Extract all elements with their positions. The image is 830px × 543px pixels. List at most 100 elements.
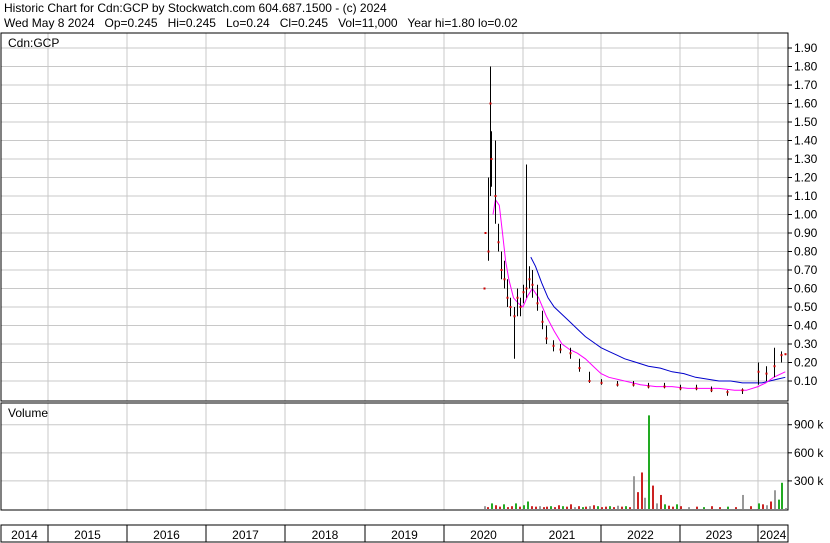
close-marker <box>487 250 490 253</box>
price-tick-label: 1.30 <box>794 152 818 166</box>
close-marker <box>536 302 539 305</box>
close-marker <box>578 367 581 370</box>
price-tick-label: 1.40 <box>794 134 818 148</box>
moving-average-long <box>530 256 786 384</box>
volume-tick-label: 300 k <box>794 474 824 488</box>
year-label: 2017 <box>232 528 259 542</box>
price-y-axis: 1.90 1.80 1.70 1.60 1.50 1.40 1.30 1.20 1.10 1.00… <box>788 41 818 388</box>
year-label: 2021 <box>549 528 576 542</box>
volume-bar <box>778 499 780 509</box>
close-marker <box>784 353 787 356</box>
moving-average-short <box>492 198 786 391</box>
close-marker <box>773 365 776 368</box>
volume-bar <box>680 506 682 509</box>
volume-bar <box>637 492 639 509</box>
volume-bar <box>672 506 674 509</box>
stock-chart: Historic Chart for Cdn:GCP by Stockwatch… <box>0 0 830 543</box>
price-tick-label: 1.80 <box>794 60 818 74</box>
volume-bar <box>574 507 576 509</box>
volume-bar <box>696 506 698 509</box>
close-marker <box>726 391 729 394</box>
close-marker <box>522 291 525 294</box>
volume-bar <box>711 506 713 509</box>
close-marker <box>484 232 487 234</box>
price-panel-frame <box>0 32 789 402</box>
volume-bar <box>487 507 489 509</box>
close-marker <box>559 348 562 351</box>
price-bars <box>483 66 787 396</box>
year-label: 2020 <box>470 528 497 542</box>
x-axis: 2014 2015 2016 2017 2018 2019 2020 2021 2022 2023… <box>11 525 787 542</box>
ma-short-line <box>492 198 786 391</box>
volume-bar <box>664 504 666 509</box>
volume-bar <box>652 485 654 509</box>
volume-y-axis: 900 k 600 k 300 k <box>788 418 824 488</box>
close-marker <box>757 370 760 373</box>
close-marker <box>647 385 650 388</box>
price-tick-label: 0.60 <box>794 282 818 296</box>
close-marker <box>500 269 503 271</box>
close-marker <box>513 315 516 318</box>
volume-bar <box>535 506 537 509</box>
close-marker <box>483 287 486 290</box>
volume-bar <box>688 507 690 509</box>
volume-bar <box>625 506 627 509</box>
volume-bar <box>550 506 552 509</box>
price-grid <box>1 33 788 401</box>
volume-bar <box>558 505 560 509</box>
volume-bar <box>742 494 744 509</box>
volume-panel-frame <box>0 402 789 511</box>
volume-bar <box>633 476 635 509</box>
volume-tick-label: 600 k <box>794 446 824 460</box>
volume-bar <box>507 507 509 509</box>
year-label: 2022 <box>627 528 654 542</box>
price-tick-label: 0.80 <box>794 245 818 259</box>
close-marker <box>506 296 509 299</box>
price-tick-label: 0.30 <box>794 337 818 351</box>
close-marker <box>489 102 492 105</box>
volume-bar <box>774 490 776 509</box>
price-panel-title: Cdn:GCP <box>8 36 59 50</box>
price-tick-label: 0.20 <box>794 356 818 370</box>
close-marker <box>663 385 666 388</box>
volume-bar <box>484 506 486 509</box>
volume-bar <box>531 506 533 509</box>
volume-bar <box>585 506 587 509</box>
volume-bar <box>511 506 513 509</box>
volume-bar <box>676 504 678 509</box>
volume-bar <box>656 503 658 509</box>
volume-bar <box>593 505 595 509</box>
close-marker <box>632 383 635 386</box>
volume-bar <box>727 506 729 509</box>
close-marker <box>741 389 744 392</box>
volume-bar <box>543 507 545 509</box>
volume-bar <box>582 507 584 509</box>
volume-bar <box>515 503 517 509</box>
year-label: 2016 <box>153 528 180 542</box>
volume-panel-title: Volume <box>8 406 48 420</box>
close-marker <box>519 306 522 308</box>
volume-bar <box>660 494 662 509</box>
volume-bar <box>641 472 643 509</box>
close-marker <box>490 158 493 160</box>
volume-bar <box>605 506 607 509</box>
volume-bar <box>570 504 572 509</box>
volume-bar <box>503 504 505 509</box>
volume-bar <box>648 415 650 509</box>
volume-bar <box>601 507 603 509</box>
volume-bar <box>735 507 737 509</box>
volume-bar <box>527 501 529 509</box>
volume-bar <box>781 482 783 509</box>
volume-bar <box>762 504 764 509</box>
volume-bar <box>613 507 615 509</box>
volume-bar <box>491 503 493 509</box>
volume-bar <box>566 506 568 509</box>
close-marker <box>695 387 698 390</box>
close-marker <box>569 352 572 355</box>
volume-bar <box>562 506 564 509</box>
volume-bar <box>499 506 501 509</box>
price-tick-label: 1.00 <box>794 208 818 222</box>
price-tick-label: 1.10 <box>794 189 818 203</box>
close-marker <box>780 354 783 357</box>
volume-bar <box>621 506 623 509</box>
